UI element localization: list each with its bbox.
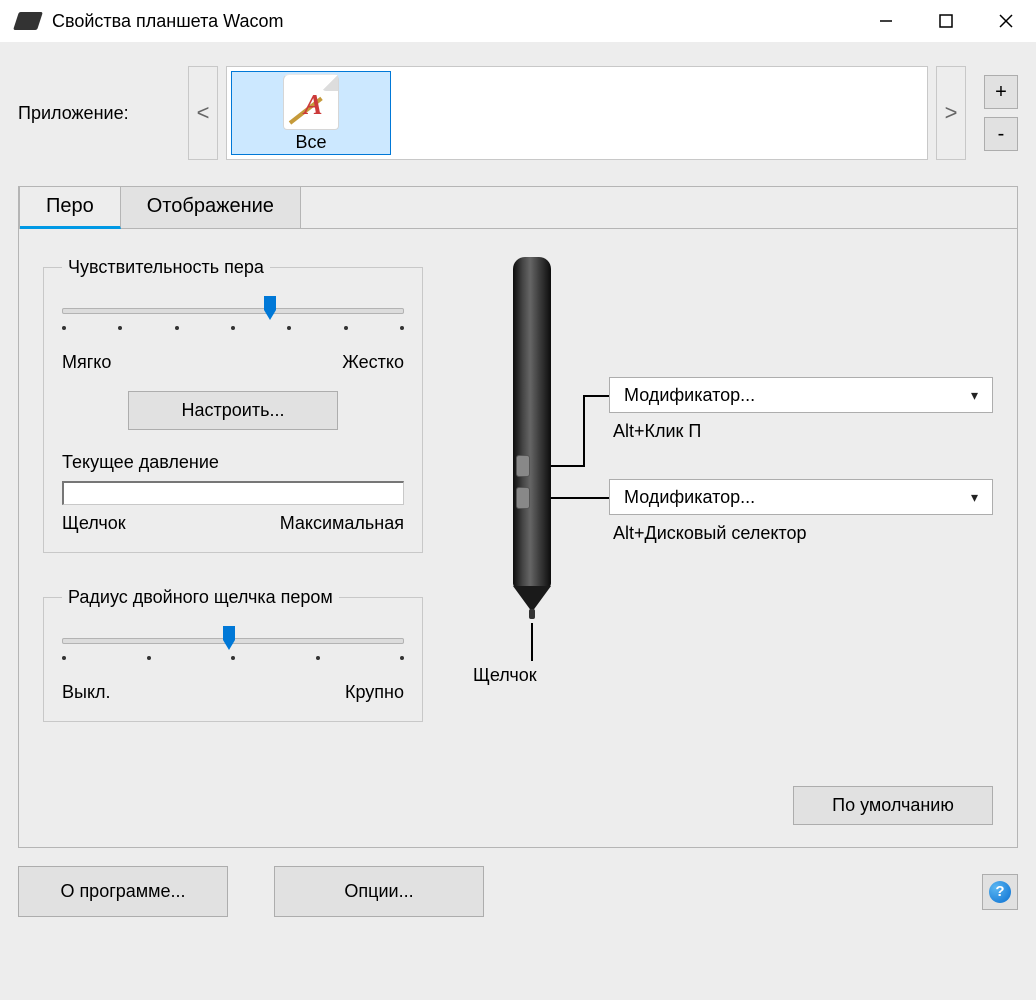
pen-upper-button-graphic xyxy=(516,455,530,477)
window-controls xyxy=(856,0,1036,42)
tab-bar: Перо Отображение xyxy=(19,187,1017,229)
about-button[interactable]: О программе... xyxy=(18,866,228,917)
pen-tab-content: Чувствительность пера Мягко Жестко Настр… xyxy=(19,229,1017,756)
current-pressure-bar xyxy=(62,481,404,505)
pen-diagram: Модификатор... ▾ Alt+Клик П Модификатор.… xyxy=(433,257,993,697)
remove-application-button[interactable]: - xyxy=(984,117,1018,151)
double-click-large-label: Крупно xyxy=(345,682,404,703)
scroll-right-button[interactable]: > xyxy=(936,66,966,160)
pen-upper-button-dropdown[interactable]: Модификатор... ▾ xyxy=(609,377,993,413)
double-click-group: Радиус двойного щелчка пером Выкл. Крупн… xyxy=(43,587,423,722)
all-apps-icon: A xyxy=(283,74,339,130)
minimize-button[interactable] xyxy=(856,0,916,42)
footer-row: О программе... Опции... ? xyxy=(18,866,1018,917)
tip-feel-soft-label: Мягко xyxy=(62,352,111,373)
scroll-left-button[interactable]: < xyxy=(188,66,218,160)
double-click-legend: Радиус двойного щелчка пером xyxy=(62,587,339,608)
tip-feel-legend: Чувствительность пера xyxy=(62,257,270,278)
application-strip: A Все xyxy=(226,66,928,160)
wacom-tablet-icon xyxy=(13,12,43,30)
pressure-click-label: Щелчок xyxy=(62,513,126,534)
application-item-all[interactable]: A Все xyxy=(231,71,391,155)
application-label: Приложение: xyxy=(18,103,158,124)
pen-tip-label: Щелчок xyxy=(473,665,537,686)
close-button[interactable] xyxy=(976,0,1036,42)
defaults-button[interactable]: По умолчанию xyxy=(793,786,993,825)
tip-feel-slider[interactable] xyxy=(62,298,404,332)
double-click-off-label: Выкл. xyxy=(62,682,111,703)
pen-lower-button-dropdown[interactable]: Модификатор... ▾ xyxy=(609,479,993,515)
chevron-down-icon: ▾ xyxy=(971,489,978,506)
tab-pen[interactable]: Перо xyxy=(20,187,121,229)
add-application-button[interactable]: + xyxy=(984,75,1018,109)
tip-feel-group: Чувствительность пера Мягко Жестко Настр… xyxy=(43,257,423,553)
application-item-label: Все xyxy=(295,132,326,153)
customize-button[interactable]: Настроить... xyxy=(128,391,338,430)
window-title: Свойства планшета Wacom xyxy=(52,11,856,32)
pen-body-graphic xyxy=(513,257,551,589)
current-pressure-label: Текущее давление xyxy=(62,452,404,473)
options-button[interactable]: Опции... xyxy=(274,866,484,917)
pen-upper-button-sub: Alt+Клик П xyxy=(613,421,701,442)
dialog-body: Приложение: < A Все > + - Перо Отображен… xyxy=(0,42,1036,1000)
help-button[interactable]: ? xyxy=(982,874,1018,910)
tip-feel-firm-label: Жестко xyxy=(342,352,404,373)
pen-lower-button-sub: Alt+Дисковый селектор xyxy=(613,523,806,544)
tab-mapping[interactable]: Отображение xyxy=(121,187,301,229)
titlebar: Свойства планшета Wacom xyxy=(0,0,1036,42)
settings-panel: Перо Отображение Чувствительность пера xyxy=(18,186,1018,848)
application-row: Приложение: < A Все > + - xyxy=(18,42,1018,168)
pen-lower-button-graphic xyxy=(516,487,530,509)
pen-upper-button-value: Модификатор... xyxy=(624,385,755,406)
help-icon: ? xyxy=(989,881,1011,903)
maximize-button[interactable] xyxy=(916,0,976,42)
pen-lower-button-value: Модификатор... xyxy=(624,487,755,508)
chevron-down-icon: ▾ xyxy=(971,387,978,404)
double-click-slider[interactable] xyxy=(62,628,404,662)
pressure-max-label: Максимальная xyxy=(280,513,404,534)
